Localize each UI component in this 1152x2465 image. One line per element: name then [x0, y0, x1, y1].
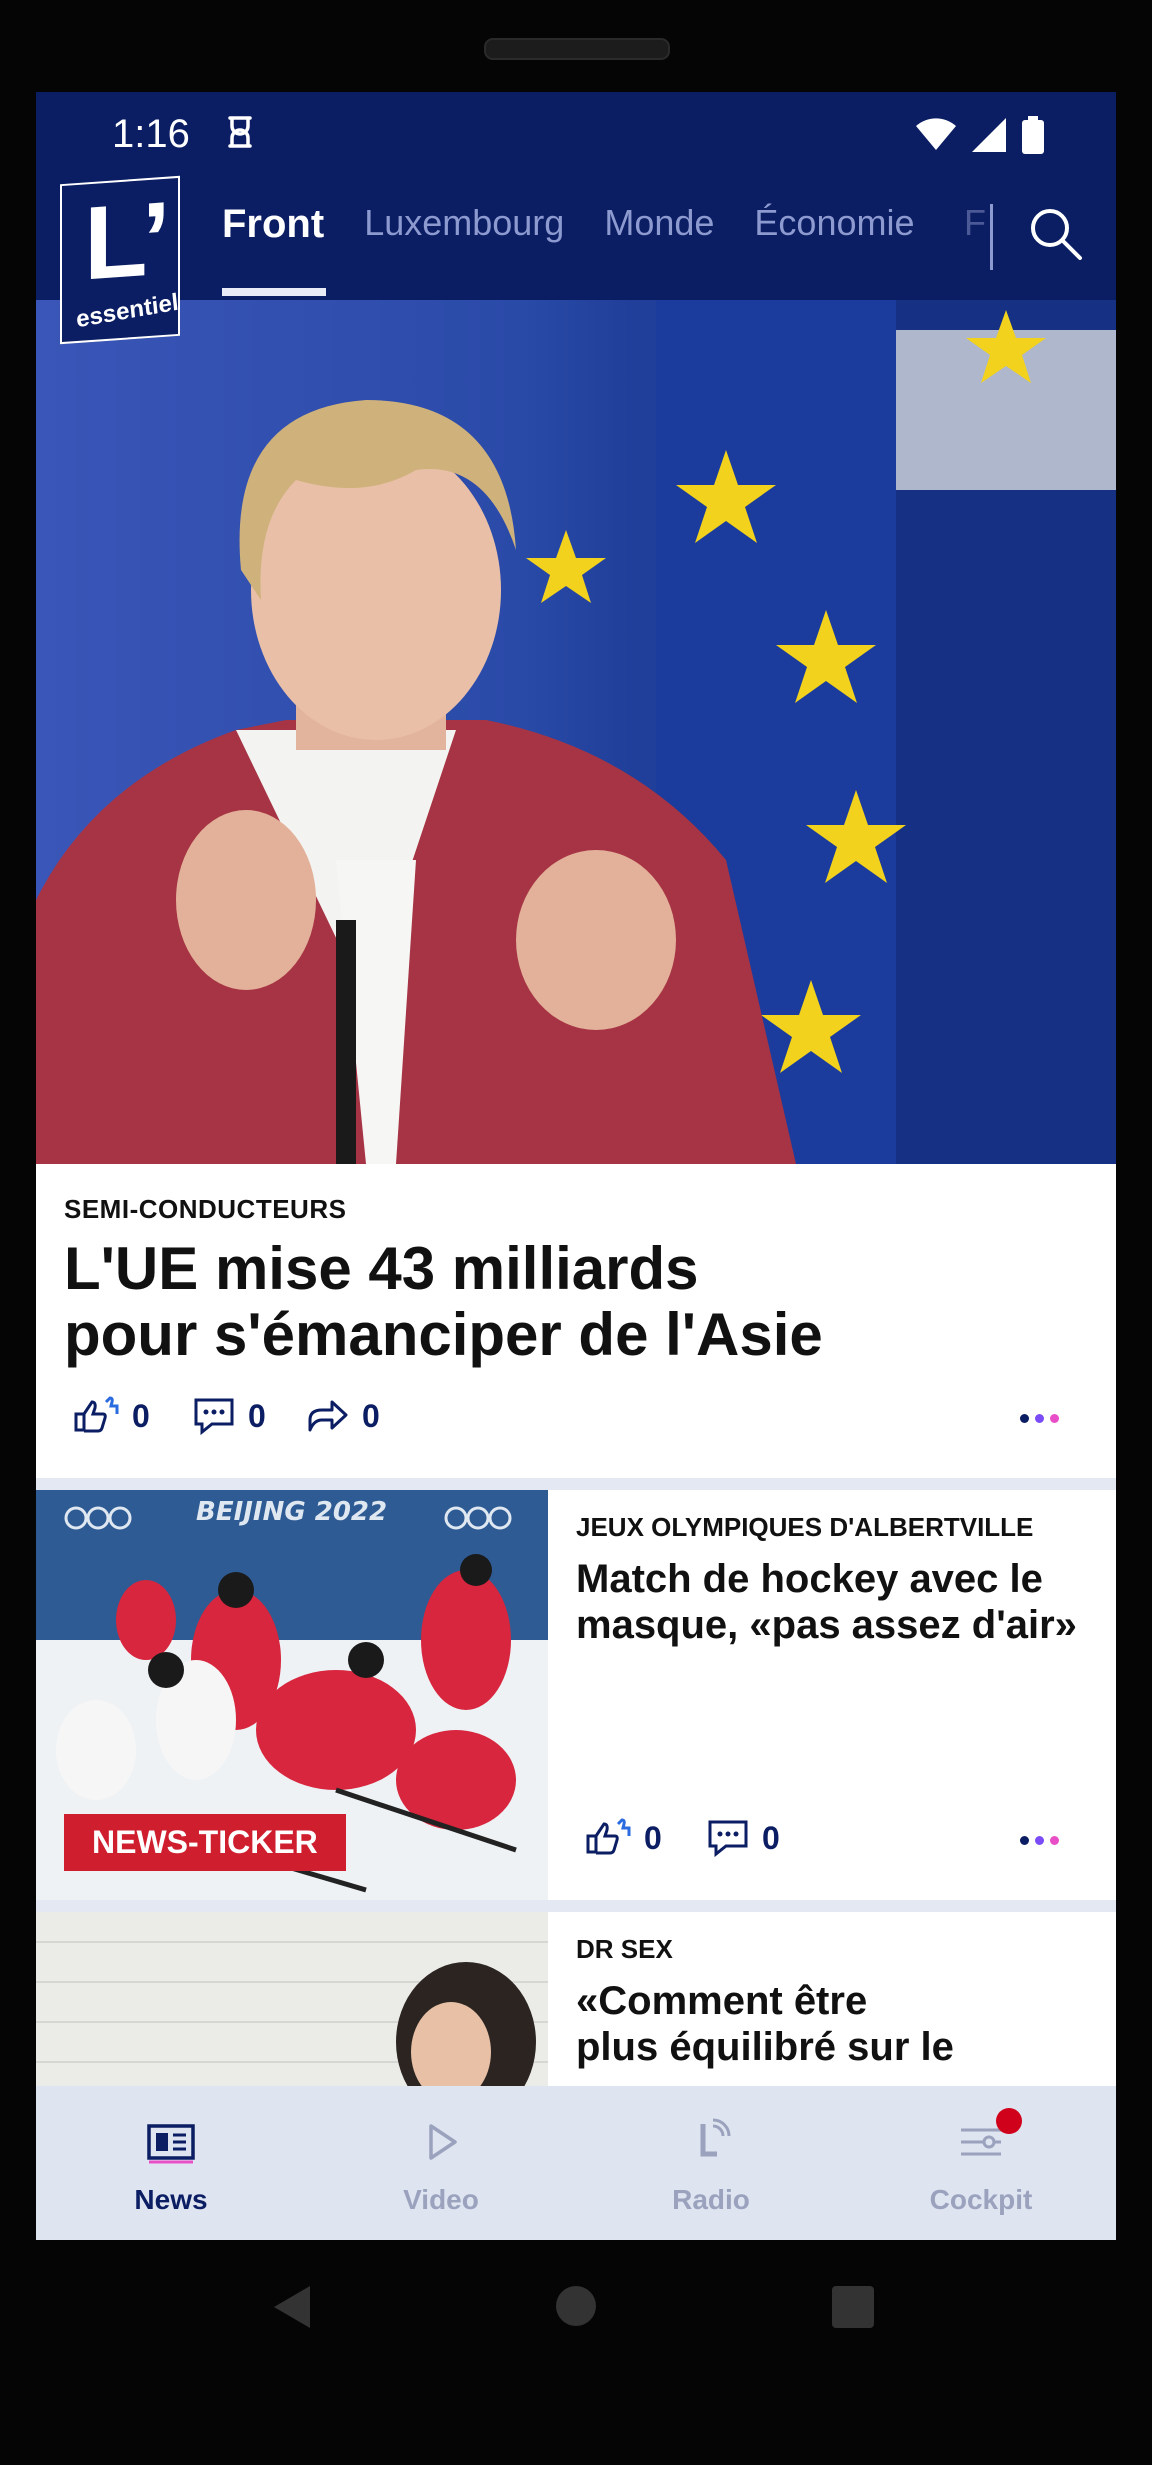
list-separator	[36, 1478, 1116, 1490]
share-count: 0	[362, 1397, 380, 1434]
recents-icon[interactable]	[832, 2286, 874, 2328]
app-header: 1:16 L’ essentiel Front Luxembourg Monde…	[36, 92, 1116, 345]
logo-mark: L’	[84, 180, 171, 303]
app-screen: 1:16 L’ essentiel Front Luxembourg Monde…	[36, 92, 1116, 2240]
back-icon[interactable]	[270, 2284, 314, 2330]
news-ticker-badge: NEWS-TICKER	[64, 1814, 346, 1871]
tab-partial[interactable]: F	[964, 202, 986, 244]
nav-label: Radio	[672, 2184, 750, 2215]
headline-line: plus équilibré sur le	[576, 2025, 954, 2069]
more-options-icon[interactable]	[1020, 1836, 1059, 1845]
phone-speaker	[484, 38, 670, 60]
wifi-icon	[916, 118, 956, 150]
comments-button[interactable]: 0	[192, 1396, 266, 1436]
reactions-icon	[586, 1818, 631, 1855]
sync-icon	[228, 116, 252, 148]
comment-count: 0	[248, 1397, 266, 1434]
tab-luxembourg[interactable]: Luxembourg	[364, 202, 564, 244]
headline-line: «Comment être	[576, 1979, 868, 2023]
nav-label: News	[134, 2184, 208, 2215]
article-row[interactable]: BEIJING 2022 NEWS-TICKER JEUX OLYMPIQUES…	[36, 1490, 1116, 1900]
share-icon	[308, 1400, 348, 1432]
headline-line: Match de hockey avec le	[576, 1557, 1043, 1601]
comment-icon	[708, 1820, 748, 1858]
reactions-button[interactable]: 0	[584, 1818, 662, 1858]
tab-economie[interactable]: Économie	[754, 202, 914, 244]
article-kicker: JEUX OLYMPIQUES D'ALBERTVILLE	[576, 1512, 1034, 1542]
play-icon	[429, 2124, 457, 2160]
featured-article-card[interactable]: SEMI-CONDUCTEURS L'UE mise 43 milliards …	[36, 1164, 1116, 1460]
article-headline[interactable]: Match de hockey avec le masque, «pas ass…	[576, 1556, 1096, 1648]
share-button[interactable]: 0	[306, 1396, 380, 1436]
bottom-navigation: News Video Radio Cockpit	[36, 2086, 1116, 2240]
thumbnail-banner-text: BEIJING 2022	[196, 1497, 387, 1527]
hero-article-image[interactable]	[36, 300, 1116, 1164]
headline-line: pour s'émanciper de l'Asie	[64, 1301, 823, 1368]
more-options-icon[interactable]	[1020, 1414, 1059, 1423]
status-icons	[916, 116, 1044, 154]
comments-button[interactable]: 0	[706, 1818, 780, 1858]
article-row[interactable]: DR SEX «Comment être plus équilibré sur …	[36, 1912, 1116, 2086]
signal-icon	[972, 118, 1006, 152]
active-tab-indicator	[222, 288, 326, 296]
comment-icon	[194, 1398, 234, 1436]
hero-photo	[36, 300, 1116, 1164]
reaction-count: 0	[132, 1397, 150, 1434]
app-logo[interactable]: L’ essentiel	[60, 175, 180, 345]
home-icon[interactable]	[554, 2284, 598, 2328]
battery-icon	[1022, 116, 1044, 154]
article-thumbnail: BEIJING 2022 NEWS-TICKER	[36, 1490, 548, 1900]
notification-dot	[996, 2108, 1022, 2134]
nav-news[interactable]: News	[36, 2086, 306, 2240]
nav-cockpit[interactable]: Cockpit	[846, 2086, 1116, 2240]
section-tabs: Front Luxembourg Monde Économie	[222, 202, 915, 247]
news-icon	[147, 2124, 195, 2164]
reaction-count: 0	[644, 1819, 662, 1856]
list-separator	[36, 1900, 1116, 1912]
nav-label: Video	[403, 2184, 479, 2215]
article-kicker: SEMI-CONDUCTEURS	[64, 1194, 347, 1224]
headline-line: L'UE mise 43 milliards	[64, 1235, 699, 1302]
system-navigation-bar	[0, 2240, 1152, 2370]
tab-divider	[990, 204, 993, 270]
article-headline[interactable]: L'UE mise 43 milliards pour s'émanciper …	[64, 1236, 1094, 1368]
radio-icon	[700, 2118, 731, 2157]
article-headline[interactable]: «Comment être plus équilibré sur le	[576, 1978, 1096, 2070]
tab-monde[interactable]: Monde	[604, 202, 714, 244]
headline-line: masque, «pas assez d'air»	[576, 1603, 1077, 1647]
article-thumbnail	[36, 1912, 548, 2086]
tab-front[interactable]: Front	[222, 202, 324, 247]
comment-count: 0	[762, 1819, 780, 1856]
nav-video[interactable]: Video	[306, 2086, 576, 2240]
reactions-button[interactable]: 0	[72, 1396, 150, 1436]
nav-label: Cockpit	[929, 2184, 1033, 2215]
status-time: 1:16	[112, 112, 190, 156]
reactions-icon	[74, 1396, 119, 1433]
article-photo	[36, 1912, 548, 2086]
search-icon[interactable]	[1026, 204, 1086, 264]
nav-radio[interactable]: Radio	[576, 2086, 846, 2240]
article-kicker: DR SEX	[576, 1934, 673, 1964]
